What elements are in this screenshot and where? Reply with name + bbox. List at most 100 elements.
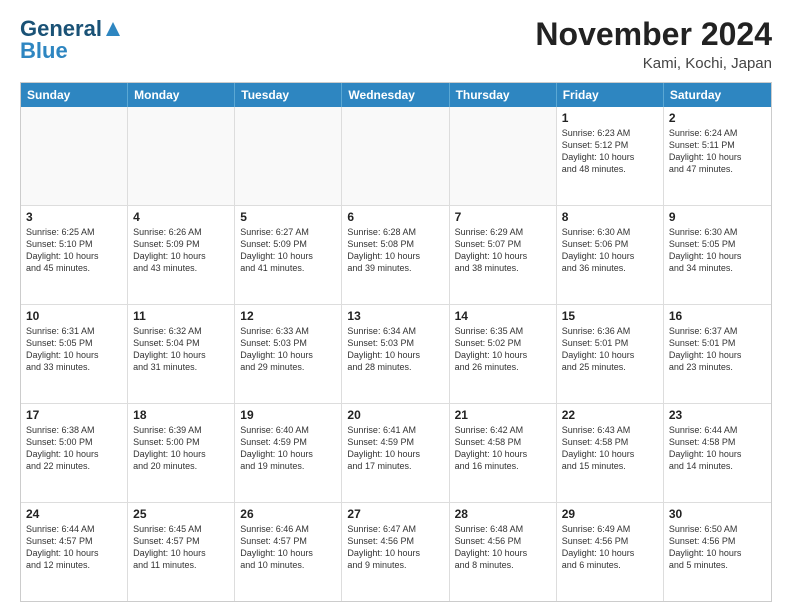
logo-blue: Blue bbox=[20, 38, 68, 64]
day-number-18: 18 bbox=[133, 408, 229, 422]
day-number-23: 23 bbox=[669, 408, 766, 422]
day-number-16: 16 bbox=[669, 309, 766, 323]
cell-1-3: 6 Sunrise: 6:28 AM Sunset: 5:08 PM Daylig… bbox=[342, 206, 449, 304]
day-number-10: 10 bbox=[26, 309, 122, 323]
cell-info-21: Sunrise: 6:42 AM Sunset: 4:58 PM Dayligh… bbox=[455, 424, 551, 473]
cell-info-13: Sunrise: 6:34 AM Sunset: 5:03 PM Dayligh… bbox=[347, 325, 443, 374]
cell-info-1: Sunrise: 6:23 AM Sunset: 5:12 PM Dayligh… bbox=[562, 127, 658, 176]
day-number-22: 22 bbox=[562, 408, 658, 422]
cell-info-30: Sunrise: 6:50 AM Sunset: 4:56 PM Dayligh… bbox=[669, 523, 766, 572]
col-friday: Friday bbox=[557, 83, 664, 107]
day-number-28: 28 bbox=[455, 507, 551, 521]
cell-2-0: 10Sunrise: 6:31 AM Sunset: 5:05 PM Dayli… bbox=[21, 305, 128, 403]
day-number-4: 4 bbox=[133, 210, 229, 224]
cell-0-6: 2Sunrise: 6:24 AM Sunset: 5:11 PM Daylig… bbox=[664, 107, 771, 205]
cell-2-5: 15 Sunrise: 6:36 AM Sunset: 5:01 PM Dayli… bbox=[557, 305, 664, 403]
cell-info-20: Sunrise: 6:41 AM Sunset: 4:59 PM Dayligh… bbox=[347, 424, 443, 473]
cell-0-1 bbox=[128, 107, 235, 205]
subtitle: Kami, Kochi, Japan bbox=[535, 55, 772, 72]
cell-2-1: 11Sunrise: 6:32 AM Sunset: 5:04 PM Dayli… bbox=[128, 305, 235, 403]
title-block: November 2024 Kami, Kochi, Japan bbox=[535, 16, 772, 72]
day-number-17: 17 bbox=[26, 408, 122, 422]
cell-info-27: Sunrise: 6:47 AM Sunset: 4:56 PM Dayligh… bbox=[347, 523, 443, 572]
day-number-12: 12 bbox=[240, 309, 336, 323]
cell-1-5: 8 Sunrise: 6:30 AM Sunset: 5:06 PM Daylig… bbox=[557, 206, 664, 304]
cell-4-3: 27 Sunrise: 6:47 AM Sunset: 4:56 PM Dayli… bbox=[342, 503, 449, 601]
calendar: Sunday Monday Tuesday Wednesday Thursday… bbox=[20, 82, 772, 602]
cell-info-22: Sunrise: 6:43 AM Sunset: 4:58 PM Dayligh… bbox=[562, 424, 658, 473]
cell-0-5: 1 Sunrise: 6:23 AM Sunset: 5:12 PM Daylig… bbox=[557, 107, 664, 205]
cell-info-16: Sunrise: 6:37 AM Sunset: 5:01 PM Dayligh… bbox=[669, 325, 766, 374]
cell-3-0: 17Sunrise: 6:38 AM Sunset: 5:00 PM Dayli… bbox=[21, 404, 128, 502]
day-number-15: 15 bbox=[562, 309, 658, 323]
cell-1-6: 9 Sunrise: 6:30 AM Sunset: 5:05 PM Daylig… bbox=[664, 206, 771, 304]
cell-3-3: 20Sunrise: 6:41 AM Sunset: 4:59 PM Dayli… bbox=[342, 404, 449, 502]
cell-info-5: Sunrise: 6:27 AM Sunset: 5:09 PM Dayligh… bbox=[240, 226, 336, 275]
cell-info-14: Sunrise: 6:35 AM Sunset: 5:02 PM Dayligh… bbox=[455, 325, 551, 374]
day-number-8: 8 bbox=[562, 210, 658, 224]
day-number-5: 5 bbox=[240, 210, 336, 224]
logo-icon bbox=[104, 20, 122, 38]
cell-0-3 bbox=[342, 107, 449, 205]
day-number-26: 26 bbox=[240, 507, 336, 521]
week-row-2: 10Sunrise: 6:31 AM Sunset: 5:05 PM Dayli… bbox=[21, 305, 771, 404]
cell-info-24: Sunrise: 6:44 AM Sunset: 4:57 PM Dayligh… bbox=[26, 523, 122, 572]
cell-info-23: Sunrise: 6:44 AM Sunset: 4:58 PM Dayligh… bbox=[669, 424, 766, 473]
week-row-1: 3 Sunrise: 6:25 AM Sunset: 5:10 PM Daylig… bbox=[21, 206, 771, 305]
cell-1-0: 3 Sunrise: 6:25 AM Sunset: 5:10 PM Daylig… bbox=[21, 206, 128, 304]
cell-4-4: 28Sunrise: 6:48 AM Sunset: 4:56 PM Dayli… bbox=[450, 503, 557, 601]
cell-info-8: Sunrise: 6:30 AM Sunset: 5:06 PM Dayligh… bbox=[562, 226, 658, 275]
week-row-3: 17Sunrise: 6:38 AM Sunset: 5:00 PM Dayli… bbox=[21, 404, 771, 503]
cell-info-6: Sunrise: 6:28 AM Sunset: 5:08 PM Dayligh… bbox=[347, 226, 443, 275]
cell-info-3: Sunrise: 6:25 AM Sunset: 5:10 PM Dayligh… bbox=[26, 226, 122, 275]
day-number-1: 1 bbox=[562, 111, 658, 125]
cell-4-6: 30 Sunrise: 6:50 AM Sunset: 4:56 PM Dayli… bbox=[664, 503, 771, 601]
day-number-6: 6 bbox=[347, 210, 443, 224]
day-number-27: 27 bbox=[347, 507, 443, 521]
cell-1-4: 7 Sunrise: 6:29 AM Sunset: 5:07 PM Daylig… bbox=[450, 206, 557, 304]
cell-info-15: Sunrise: 6:36 AM Sunset: 5:01 PM Dayligh… bbox=[562, 325, 658, 374]
cell-info-2: Sunrise: 6:24 AM Sunset: 5:11 PM Dayligh… bbox=[669, 127, 766, 176]
cell-info-29: Sunrise: 6:49 AM Sunset: 4:56 PM Dayligh… bbox=[562, 523, 658, 572]
cell-info-9: Sunrise: 6:30 AM Sunset: 5:05 PM Dayligh… bbox=[669, 226, 766, 275]
col-tuesday: Tuesday bbox=[235, 83, 342, 107]
page: General Blue November 2024 Kami, Kochi, … bbox=[0, 0, 792, 612]
cell-info-19: Sunrise: 6:40 AM Sunset: 4:59 PM Dayligh… bbox=[240, 424, 336, 473]
day-number-9: 9 bbox=[669, 210, 766, 224]
cell-3-2: 19 Sunrise: 6:40 AM Sunset: 4:59 PM Dayli… bbox=[235, 404, 342, 502]
day-number-13: 13 bbox=[347, 309, 443, 323]
cell-2-3: 13 Sunrise: 6:34 AM Sunset: 5:03 PM Dayli… bbox=[342, 305, 449, 403]
cell-info-7: Sunrise: 6:29 AM Sunset: 5:07 PM Dayligh… bbox=[455, 226, 551, 275]
calendar-body: 1 Sunrise: 6:23 AM Sunset: 5:12 PM Daylig… bbox=[21, 107, 771, 601]
day-number-25: 25 bbox=[133, 507, 229, 521]
cell-4-2: 26 Sunrise: 6:46 AM Sunset: 4:57 PM Dayli… bbox=[235, 503, 342, 601]
cell-3-4: 21 Sunrise: 6:42 AM Sunset: 4:58 PM Dayli… bbox=[450, 404, 557, 502]
day-number-7: 7 bbox=[455, 210, 551, 224]
day-number-24: 24 bbox=[26, 507, 122, 521]
cell-info-12: Sunrise: 6:33 AM Sunset: 5:03 PM Dayligh… bbox=[240, 325, 336, 374]
col-monday: Monday bbox=[128, 83, 235, 107]
week-row-0: 1 Sunrise: 6:23 AM Sunset: 5:12 PM Daylig… bbox=[21, 107, 771, 206]
cell-4-1: 25Sunrise: 6:45 AM Sunset: 4:57 PM Dayli… bbox=[128, 503, 235, 601]
cell-info-26: Sunrise: 6:46 AM Sunset: 4:57 PM Dayligh… bbox=[240, 523, 336, 572]
day-number-14: 14 bbox=[455, 309, 551, 323]
header: General Blue November 2024 Kami, Kochi, … bbox=[20, 16, 772, 72]
day-number-21: 21 bbox=[455, 408, 551, 422]
day-number-3: 3 bbox=[26, 210, 122, 224]
day-number-19: 19 bbox=[240, 408, 336, 422]
cell-info-11: Sunrise: 6:32 AM Sunset: 5:04 PM Dayligh… bbox=[133, 325, 229, 374]
col-wednesday: Wednesday bbox=[342, 83, 449, 107]
day-number-29: 29 bbox=[562, 507, 658, 521]
cell-0-2 bbox=[235, 107, 342, 205]
cell-3-5: 22 Sunrise: 6:43 AM Sunset: 4:58 PM Dayli… bbox=[557, 404, 664, 502]
day-number-30: 30 bbox=[669, 507, 766, 521]
cell-info-4: Sunrise: 6:26 AM Sunset: 5:09 PM Dayligh… bbox=[133, 226, 229, 275]
col-sunday: Sunday bbox=[21, 83, 128, 107]
cell-1-2: 5 Sunrise: 6:27 AM Sunset: 5:09 PM Daylig… bbox=[235, 206, 342, 304]
cell-0-0 bbox=[21, 107, 128, 205]
cell-3-1: 18Sunrise: 6:39 AM Sunset: 5:00 PM Dayli… bbox=[128, 404, 235, 502]
col-saturday: Saturday bbox=[664, 83, 771, 107]
cell-4-0: 24 Sunrise: 6:44 AM Sunset: 4:57 PM Dayli… bbox=[21, 503, 128, 601]
col-thursday: Thursday bbox=[450, 83, 557, 107]
main-title: November 2024 bbox=[535, 16, 772, 53]
